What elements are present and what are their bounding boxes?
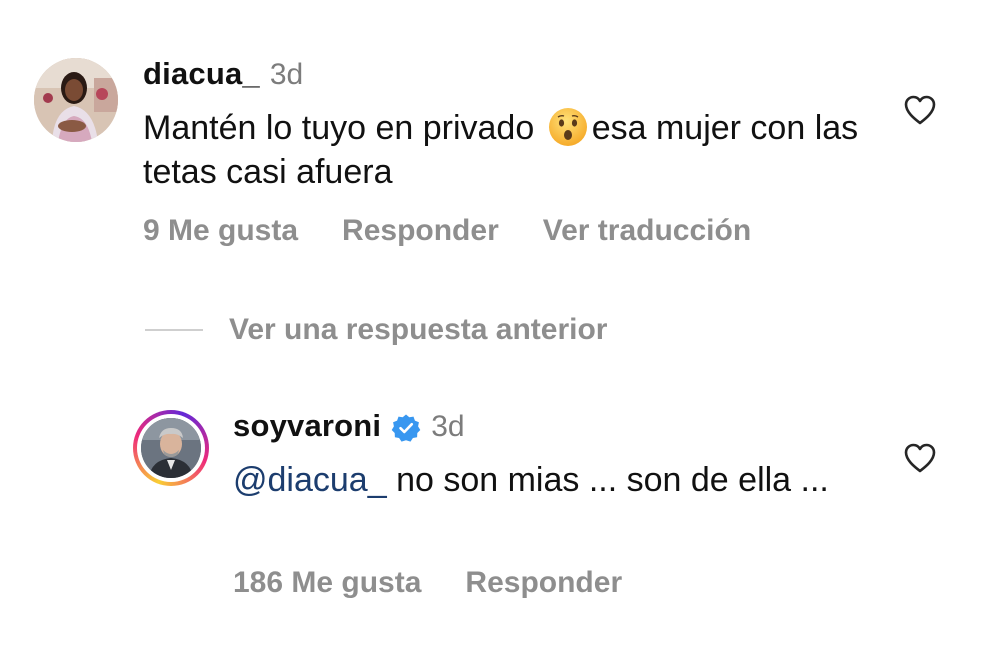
avatar-photo bbox=[34, 58, 118, 142]
likes-count-button[interactable]: 9 Me gusta bbox=[143, 214, 298, 248]
reply-button[interactable]: Responder bbox=[342, 214, 499, 248]
likes-count-button[interactable]: 186 Me gusta bbox=[233, 566, 421, 600]
mention-link[interactable]: @diacua_ bbox=[233, 461, 387, 499]
comment-header: diacua_ 3d bbox=[143, 56, 303, 96]
avatar[interactable] bbox=[141, 418, 201, 478]
reply-button[interactable]: Responder bbox=[465, 566, 622, 600]
translate-button[interactable]: Ver traducción bbox=[543, 214, 751, 248]
avatar-ring-gap bbox=[137, 414, 205, 482]
reply-text-body: no son mias ... son de ella ... bbox=[396, 461, 829, 499]
reply-actions: 186 Me gusta Responder bbox=[233, 566, 666, 600]
comment-username[interactable]: diacua_ bbox=[143, 56, 260, 92]
comment-text: Mantén lo tuyo en privado esa mujer con … bbox=[143, 106, 863, 194]
view-replies-toggle[interactable]: Ver una respuesta anterior bbox=[145, 310, 608, 350]
comment-text-part1: Mantén lo tuyo en privado bbox=[143, 109, 535, 147]
heart-outline-icon[interactable] bbox=[903, 94, 937, 126]
avatar[interactable] bbox=[34, 58, 118, 142]
verified-badge-icon bbox=[391, 413, 421, 443]
hushed-face-icon bbox=[548, 107, 588, 147]
comments-panel: diacua_ 3d Mantén lo tuyo en privado esa… bbox=[0, 0, 984, 655]
divider-line bbox=[145, 329, 203, 331]
comment-timestamp: 3d bbox=[269, 58, 304, 91]
reply-timestamp: 3d bbox=[431, 410, 465, 443]
avatar-photo bbox=[141, 418, 201, 478]
view-replies-label[interactable]: Ver una respuesta anterior bbox=[229, 313, 608, 347]
reply-header: soyvaroni 3d bbox=[233, 408, 465, 448]
story-ring[interactable] bbox=[133, 410, 209, 486]
reply-username[interactable]: soyvaroni bbox=[233, 408, 381, 444]
reply-text: @diacua_ no son mias ... son de ella ... bbox=[233, 458, 853, 502]
heart-outline-icon[interactable] bbox=[903, 442, 937, 474]
comment-actions: 9 Me gusta Responder Ver traducción bbox=[143, 214, 795, 248]
